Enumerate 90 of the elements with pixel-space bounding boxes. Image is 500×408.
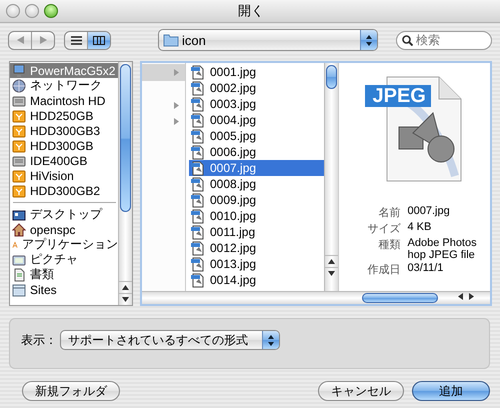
file-item[interactable]: 0006.jpg	[189, 144, 324, 160]
path-popup[interactable]: icon	[158, 29, 378, 51]
scrollbar-thumb[interactable]	[362, 293, 438, 303]
info-value: 0007.jpg	[408, 205, 451, 219]
sites-folder-icon	[12, 282, 26, 296]
scrollbar-thumb[interactable]	[326, 65, 337, 89]
search-field[interactable]: 検索	[396, 30, 492, 50]
jpeg-file-icon	[191, 112, 205, 128]
zoom-button[interactable]	[44, 4, 58, 18]
desktop-icon	[12, 208, 26, 222]
jpeg-file-icon	[191, 80, 205, 96]
sidebar-item[interactable]: HDD250GB	[10, 108, 118, 123]
jpeg-file-icon	[191, 64, 205, 80]
folder-icon	[163, 33, 179, 47]
jpeg-file-icon	[191, 272, 205, 288]
left-arrow-icon	[16, 36, 24, 44]
up-down-arrows-icon	[268, 334, 274, 346]
sidebar-item[interactable]: PowerMacG5x2	[10, 63, 118, 78]
jpeg-file-icon	[191, 128, 205, 144]
info-label: サイズ	[368, 222, 400, 236]
window-title: 開く	[238, 3, 264, 18]
sidebar-item[interactable]: ネットワーク	[10, 78, 118, 93]
file-item[interactable]: 0001.jpg	[189, 64, 324, 80]
house-icon	[12, 222, 26, 236]
sidebar-item[interactable]: デスクトップ	[10, 207, 118, 222]
file-item[interactable]: 0002.jpg	[189, 80, 324, 96]
file-item[interactable]: 0011.jpg	[189, 224, 324, 240]
sidebar-item[interactable]: HDD300GB2	[10, 183, 118, 198]
sidebar-item[interactable]: HDD300GB3	[10, 123, 118, 138]
document-icon	[12, 268, 26, 282]
file-type-label: JPEG	[372, 85, 426, 107]
sidebar-item[interactable]: HDD300GB	[10, 138, 118, 153]
dialog-button[interactable]: 新規フォルダ	[22, 381, 120, 401]
file-item[interactable]: 0007.jpg	[189, 160, 324, 176]
globe-icon	[12, 78, 26, 92]
close-button[interactable]	[6, 4, 20, 18]
view-button[interactable]	[87, 32, 110, 48]
right-arrow-icon[interactable]	[469, 293, 474, 300]
list-view-icon	[70, 36, 82, 44]
up-down-arrows-icon	[366, 34, 372, 46]
file-item[interactable]: 0003.jpg	[189, 96, 324, 112]
file-item[interactable]: 0013.jpg	[189, 256, 324, 272]
sidebar-item[interactable]: openspc	[10, 222, 118, 237]
file-item[interactable]: 0009.jpg	[189, 192, 324, 208]
jpeg-file-icon	[191, 240, 205, 256]
up-arrow-icon[interactable]	[122, 285, 129, 290]
jpeg-file-icon	[191, 160, 205, 176]
info-value: 03/11/1	[408, 262, 444, 276]
sidebar-item[interactable]: IDE400GB	[10, 153, 118, 168]
jpeg-file-icon	[191, 144, 205, 160]
sidebar-item[interactable]: Sites	[10, 282, 118, 297]
sidebar-item[interactable]: HiVision	[10, 168, 118, 183]
filter-label: 表示：	[21, 332, 57, 349]
pictures-icon	[12, 252, 26, 266]
jpeg-file-icon	[191, 224, 205, 240]
right-arrow-icon	[40, 36, 46, 44]
column-view-icon	[93, 36, 105, 44]
jpeg-file-icon	[191, 192, 205, 208]
file-item[interactable]: 0008.jpg	[189, 176, 324, 192]
down-arrow-icon[interactable]	[328, 271, 335, 276]
left-arrow-icon[interactable]	[458, 293, 463, 300]
sidebar-item[interactable]: Macintosh HD	[10, 93, 118, 108]
info-label: 作成日	[368, 263, 400, 277]
dialog-button[interactable]: キャンセル	[318, 381, 404, 401]
sidebar-item[interactable]: ピクチャ	[10, 252, 118, 267]
info-value: Adobe Photoshop JPEG file	[408, 237, 478, 261]
down-arrow-icon[interactable]	[122, 297, 129, 302]
file-item[interactable]: 0004.jpg	[189, 112, 324, 128]
disclosure-arrow-icon	[174, 68, 179, 76]
jpeg-file-icon	[191, 256, 205, 272]
info-value: 4 KB	[408, 221, 432, 235]
minimize-button[interactable]	[25, 4, 39, 18]
info-label: 種類	[378, 238, 400, 253]
computer-icon	[12, 64, 26, 78]
file-item[interactable]: 0014.jpg	[189, 272, 324, 288]
sidebar-item[interactable]: アプリケーション	[10, 237, 118, 252]
jpeg-file-icon	[191, 208, 205, 224]
disclosure-arrow-icon	[174, 102, 179, 109]
disclosure-arrow-icon	[174, 118, 179, 126]
sidebar-item[interactable]: 書類	[10, 267, 118, 282]
up-arrow-icon[interactable]	[328, 259, 335, 264]
dialog-button[interactable]: 追加	[412, 381, 490, 401]
file-item[interactable]: 0005.jpg	[189, 128, 324, 144]
info-label: 名前	[378, 206, 400, 220]
jpeg-file-icon	[191, 176, 205, 192]
jpeg-file-icon	[191, 96, 205, 112]
file-item[interactable]: 0012.jpg	[189, 240, 324, 256]
scrollbar-thumb[interactable]	[120, 64, 131, 212]
format-popup[interactable]: サポートされているすべての形式	[60, 330, 280, 350]
file-item[interactable]: 0010.jpg	[189, 208, 324, 224]
